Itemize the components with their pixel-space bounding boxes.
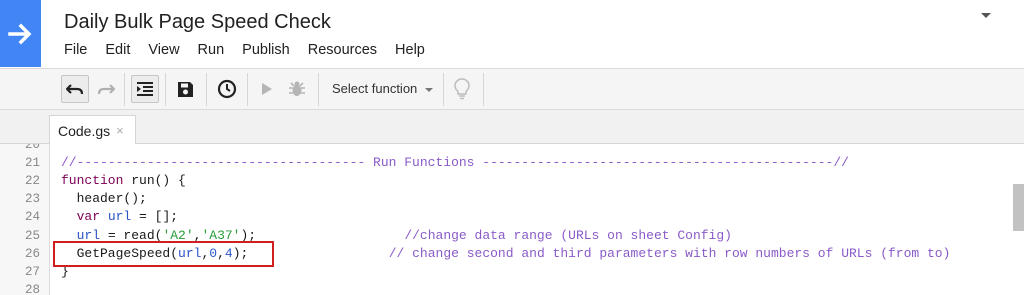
- bug-icon: [289, 81, 305, 96]
- indent-icon: [137, 82, 153, 96]
- chevron-down-icon: [425, 87, 434, 92]
- code-token: = [];: [131, 209, 179, 225]
- triggers-button[interactable]: [213, 75, 241, 103]
- tab-code-gs[interactable]: Code.gs ×: [49, 115, 136, 145]
- code-line[interactable]: //------------------------------------- …: [61, 155, 849, 170]
- lightbulb-icon: [454, 78, 470, 100]
- redo-icon: [97, 84, 115, 95]
- line-number-gutter: 20 21 22 23 24 25 26 27 28: [0, 144, 50, 295]
- save-button[interactable]: [171, 75, 199, 103]
- highlight-box: [53, 241, 274, 267]
- vertical-scrollbar[interactable]: [1013, 184, 1024, 231]
- select-function-dropdown[interactable]: Select function: [332, 81, 434, 96]
- menu-bar: File Edit View Run Publish Resources Hel…: [64, 42, 443, 58]
- toolbar: Select function: [0, 68, 1024, 110]
- code-token: // change second and third parameters wi…: [388, 245, 951, 261]
- tab-label: Code.gs: [58, 122, 111, 139]
- line-number: 22: [24, 174, 40, 189]
- line-number: 21: [24, 156, 40, 171]
- menu-file[interactable]: File: [64, 42, 87, 58]
- play-icon: [262, 83, 272, 95]
- menu-edit[interactable]: Edit: [105, 42, 130, 58]
- run-button[interactable]: [253, 75, 281, 103]
- undo-button[interactable]: [61, 75, 89, 103]
- arrow-right-icon: [7, 23, 31, 44]
- code-token: url: [107, 209, 132, 225]
- code-token: //------------------------------------- …: [61, 155, 849, 171]
- code-line[interactable]: function run() {: [61, 173, 186, 188]
- line-number: 20: [24, 144, 40, 152]
- redo-button[interactable]: [92, 75, 120, 103]
- execution-hints-button[interactable]: [448, 75, 476, 103]
- undo-icon: [66, 84, 84, 95]
- code-line[interactable]: header();: [61, 191, 147, 206]
- line-number: 28: [24, 282, 40, 295]
- clock-icon: [217, 79, 237, 99]
- project-title[interactable]: Daily Bulk Page Speed Check: [64, 11, 331, 34]
- menu-view[interactable]: View: [148, 42, 179, 58]
- line-number: 23: [24, 192, 40, 207]
- line-number: 25: [24, 228, 40, 243]
- menu-publish[interactable]: Publish: [242, 42, 290, 58]
- file-tab-bar: Code.gs ×: [0, 110, 1024, 145]
- code-token: //change data range (URLs on sheet Confi…: [404, 227, 732, 243]
- code-token: header();: [61, 191, 147, 207]
- line-number: 27: [24, 264, 40, 279]
- chevron-down-icon[interactable]: [981, 13, 991, 18]
- menu-help[interactable]: Help: [395, 42, 425, 58]
- line-number: 26: [24, 246, 40, 261]
- code-token: var: [61, 209, 101, 225]
- code-token: run() {: [123, 173, 186, 189]
- menu-run[interactable]: Run: [198, 42, 225, 58]
- code-line[interactable]: var url = [];: [61, 209, 178, 224]
- save-icon: [177, 81, 193, 97]
- select-function-label: Select function: [332, 81, 418, 96]
- close-icon[interactable]: ×: [116, 123, 124, 138]
- line-number: 24: [24, 210, 40, 225]
- code-token: function: [61, 173, 124, 189]
- apps-script-logo[interactable]: [0, 0, 41, 67]
- debug-button[interactable]: [283, 75, 311, 103]
- menu-resources[interactable]: Resources: [308, 42, 377, 58]
- code-editor[interactable]: 20 21 22 23 24 25 26 27 28 //-------------------…: [0, 144, 1024, 295]
- indent-button[interactable]: [131, 75, 159, 103]
